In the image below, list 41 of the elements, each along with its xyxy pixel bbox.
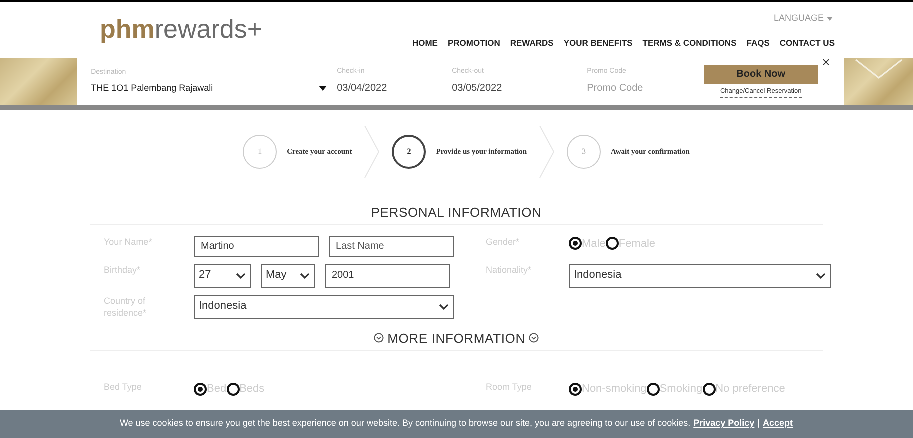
nav-link[interactable]: PROMOTION xyxy=(448,36,500,50)
month-select[interactable]: May xyxy=(261,264,315,288)
chevron-down-icon xyxy=(300,272,310,278)
check-out-field[interactable]: 03/05/2022 xyxy=(452,81,588,96)
logo[interactable]: phmrewards+ xyxy=(100,2,263,58)
nav-link[interactable]: YOUR BENEFITS xyxy=(564,36,633,50)
last-name-field[interactable]: Last Name xyxy=(329,236,454,256)
chevron-down-icon xyxy=(439,304,449,310)
step-number: 2 xyxy=(392,135,426,169)
first-name-field[interactable]: Martino xyxy=(194,236,319,256)
day-select[interactable]: 27 xyxy=(194,264,251,288)
year-field[interactable]: 2001 xyxy=(325,264,450,288)
step-number: 3 xyxy=(567,135,602,169)
separator: | xyxy=(758,417,760,430)
nav-link[interactable]: TERMS & CONDITIONS xyxy=(642,36,737,50)
step-divider-icon xyxy=(364,125,380,179)
chevron-down-icon xyxy=(236,272,246,278)
nav-link[interactable]: FAQS xyxy=(746,36,770,50)
close-button[interactable]: × xyxy=(822,55,830,69)
privacy-policy-link[interactable]: Privacy Policy xyxy=(694,417,755,431)
promo-code-field[interactable]: Promo Code xyxy=(587,80,688,96)
chevron-circle-icon xyxy=(529,333,540,344)
section-title: PERSONAL INFORMATION xyxy=(90,203,823,224)
step-divider-icon xyxy=(539,125,556,179)
chevron-down-icon xyxy=(816,272,826,278)
caret-icon xyxy=(319,86,328,92)
caret-icon xyxy=(827,16,833,21)
accept-link[interactable]: Accept xyxy=(763,417,794,431)
nav-link[interactable]: REWARDS xyxy=(510,36,554,50)
step-number: 1 xyxy=(243,135,278,169)
chevron-down-icon xyxy=(854,58,904,80)
country-select[interactable]: Indonesia xyxy=(194,294,454,318)
chevron-circle-icon xyxy=(374,333,384,344)
book-now-button[interactable]: Book Now xyxy=(704,65,818,84)
cookie-text: We use cookies to ensure you get the best experience on our website. By continuing to browse our site, you are agreeing to our use of cookies. xyxy=(120,417,691,430)
nav-link[interactable]: CONTACT US xyxy=(780,36,835,50)
destination-select[interactable]: THE 1O1 Palembang Rajawali xyxy=(91,82,328,96)
nationality-select[interactable]: Indonesia xyxy=(569,264,831,288)
nav-link[interactable]: HOME xyxy=(412,36,438,50)
check-in-field[interactable]: 03/04/2022 xyxy=(337,81,452,96)
section-title: MORE INFORMATION xyxy=(388,330,526,348)
